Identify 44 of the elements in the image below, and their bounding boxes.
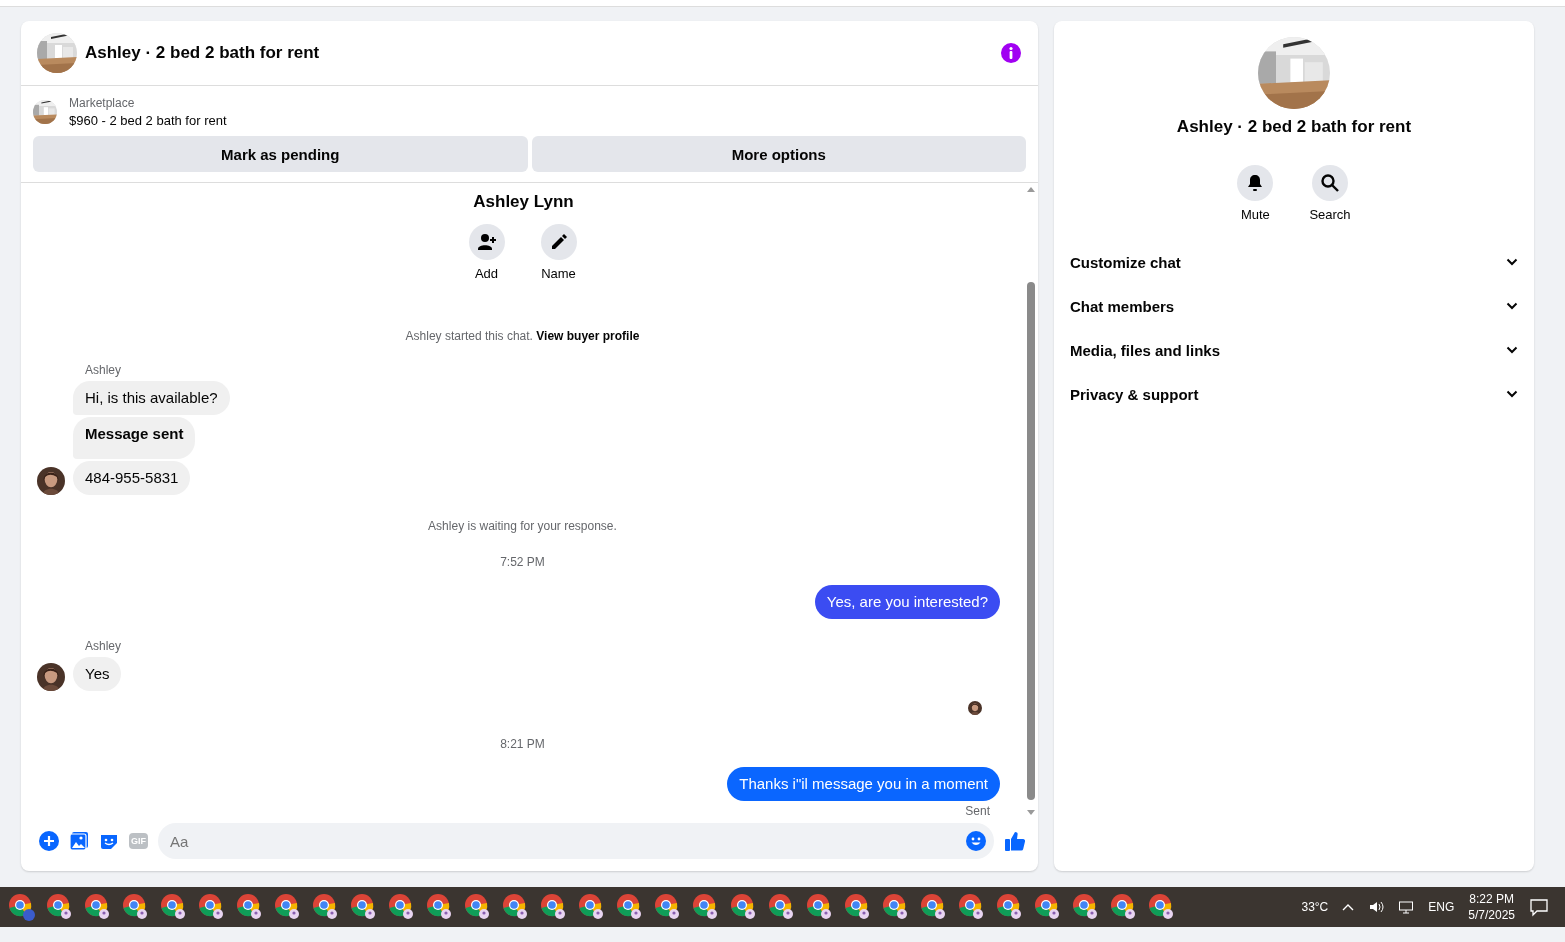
listing-summary: $960 - 2 bed 2 bath for rent (69, 113, 227, 128)
listing-button[interactable]: Mark as pending (33, 136, 528, 172)
search-icon (1320, 173, 1340, 193)
message-bubble: Hi, is this available? (73, 381, 230, 415)
weather-text[interactable]: 33°C (1301, 900, 1329, 914)
listing-button[interactable]: More options (531, 136, 1026, 172)
emoji-icon[interactable] (966, 831, 986, 851)
language-indicator[interactable]: ENG (1428, 900, 1455, 914)
clock[interactable]: 8:22 PM 5/7/2025 (1468, 891, 1515, 923)
section-toggle[interactable]: Privacy & support (1070, 372, 1518, 416)
scrollbar-thumb[interactable] (1027, 282, 1035, 800)
timestamp: 7:52 PM (500, 555, 545, 569)
listing-source: Marketplace (69, 96, 136, 110)
sender-name: Ashley (85, 363, 123, 377)
conversation-title: Ashley · 2 bed 2 bath for rent (1176, 117, 1412, 137)
speaker-icon[interactable] (1368, 899, 1385, 915)
add-person-icon (476, 232, 497, 252)
thumbs-up-icon[interactable] (1004, 830, 1026, 852)
message-bubble: Yes (73, 657, 122, 691)
message-field[interactable]: Aa (158, 823, 994, 859)
section-toggle[interactable]: Customize chat (1070, 240, 1518, 284)
image-icon[interactable] (69, 831, 89, 851)
sent-status: Sent (965, 804, 990, 818)
scroll-up-icon[interactable] (1027, 187, 1035, 192)
chat-notice: Ashley started this chat. View buyer profile (405, 329, 640, 343)
info-icon[interactable] (1000, 42, 1022, 64)
add-icon[interactable] (39, 831, 59, 851)
status-text: Ashley is waiting for your response. (428, 519, 617, 533)
sender-name: Ashley (85, 639, 123, 653)
bell-icon (1246, 174, 1265, 192)
timestamp: 8:21 PM (500, 737, 545, 751)
message-bubble: Yes, are you interested? (814, 585, 1000, 619)
message-bubble: 484-955-5831 (73, 461, 191, 495)
chat-title: Ashley · 2 bed 2 bath for rent (85, 43, 321, 63)
chat-bubble-icon[interactable] (1529, 897, 1549, 917)
contact-name: Ashley Lynn (473, 192, 574, 212)
message-bubble: Message sent (73, 417, 196, 459)
caret-icon[interactable] (1342, 903, 1355, 911)
scroll-down-icon[interactable] (1027, 810, 1035, 815)
message-bubble: Thanks i"il message you in a moment (727, 767, 1000, 801)
monitor-icon[interactable] (1398, 899, 1415, 915)
section-toggle[interactable]: Media, files and links (1070, 328, 1518, 372)
browser-icon (6, 891, 38, 923)
section-toggle[interactable]: Chat members (1070, 284, 1518, 328)
